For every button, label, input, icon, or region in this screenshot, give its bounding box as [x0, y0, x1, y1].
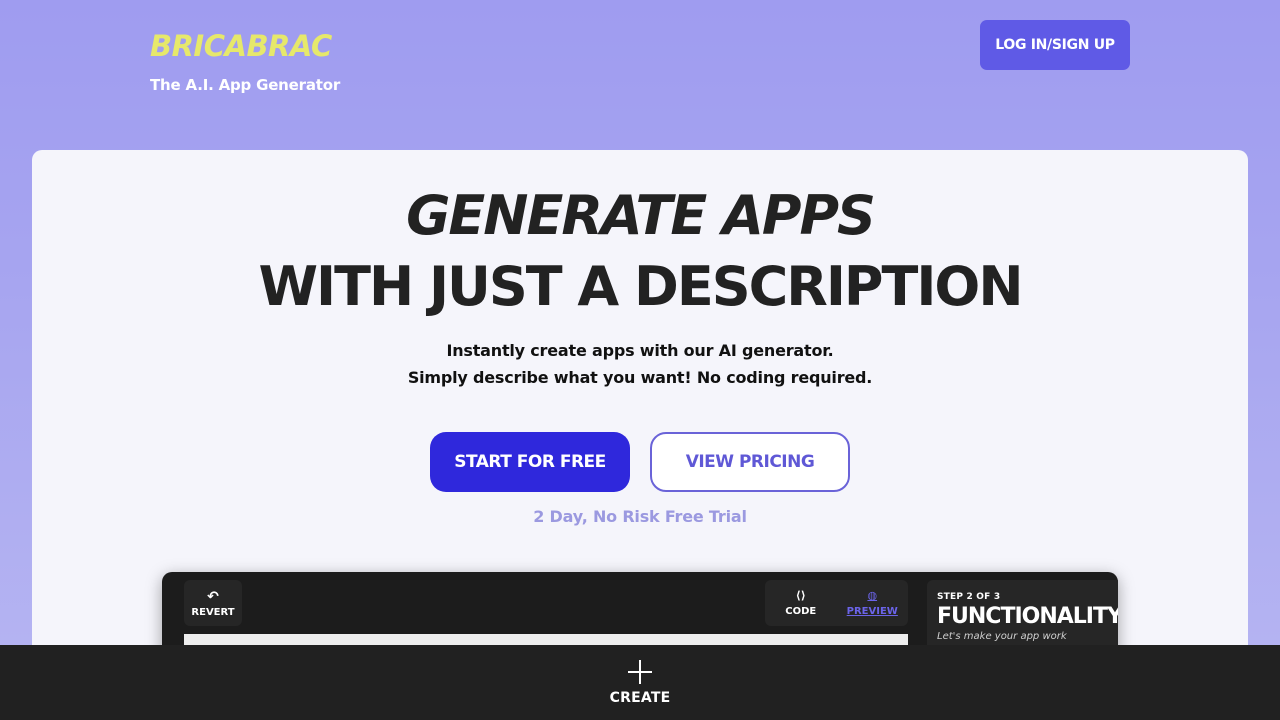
plus-icon [628, 659, 652, 684]
step-description: Let's make your app work [937, 631, 1067, 642]
code-icon: ⟨⟩ [795, 589, 806, 602]
header: BRICABRAC The A.I. App Generator [150, 28, 340, 94]
login-signup-button[interactable]: LOG IN/SIGN UP [980, 20, 1130, 70]
create-button[interactable]: CREATE [0, 645, 1280, 720]
tab-preview-label: PREVIEW [846, 606, 898, 617]
hero-title-line1: GENERATE APPS [406, 184, 876, 247]
step-indicator: STEP 2 OF 3 [937, 592, 1001, 602]
hero-title-line2: WITH JUST A DESCRIPTION [258, 255, 1023, 318]
tab-preview[interactable]: ◍ PREVIEW [837, 580, 909, 626]
undo-icon: ↶ [207, 588, 219, 605]
logo[interactable]: BRICABRAC [150, 28, 340, 64]
globe-icon: ◍ [867, 589, 878, 602]
free-trial-note: 2 Day, No Risk Free Trial [533, 507, 747, 526]
create-label: CREATE [609, 689, 671, 706]
start-for-free-button[interactable]: START FOR FREE [430, 432, 630, 492]
step-title: FUNCTIONALITY [937, 604, 1118, 629]
revert-button[interactable]: ↶ REVERT [184, 580, 242, 626]
view-tabs: ⟨⟩ CODE ◍ PREVIEW [765, 580, 908, 626]
hero-subtitle-line1: Instantly create apps with our AI genera… [446, 341, 834, 360]
view-pricing-button[interactable]: VIEW PRICING [650, 432, 850, 492]
tab-code-label: CODE [785, 606, 817, 617]
tagline: The A.I. App Generator [150, 76, 341, 94]
hero-subtitle-line2: Simply describe what you want! No coding… [407, 368, 873, 387]
tab-code[interactable]: ⟨⟩ CODE [765, 580, 837, 626]
revert-label: REVERT [191, 606, 235, 618]
